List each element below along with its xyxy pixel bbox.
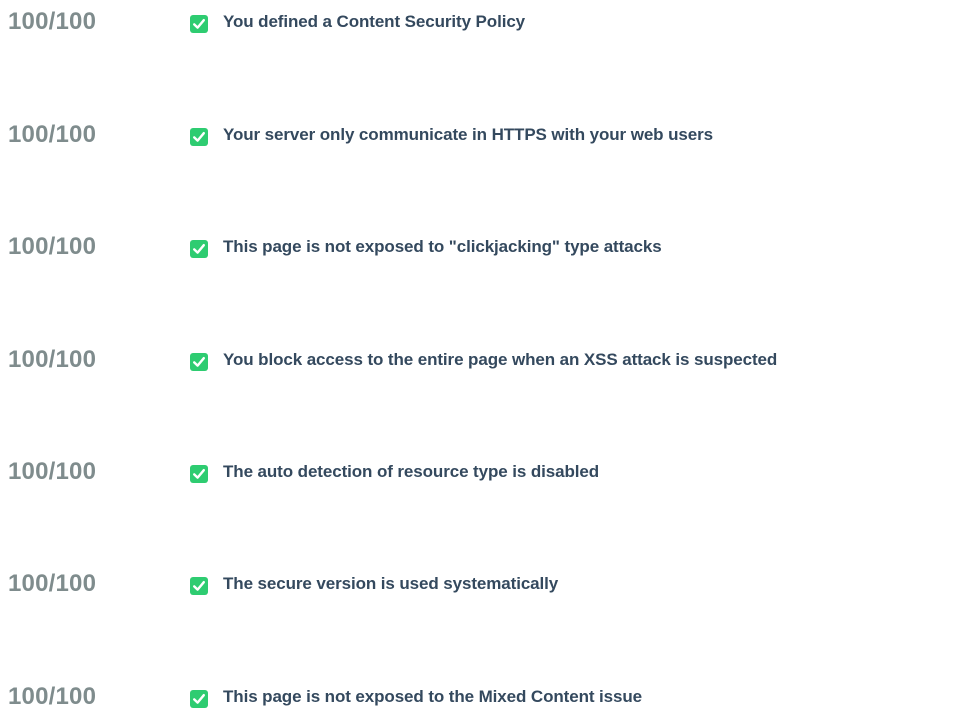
check-row-csp: 100/100 You defined a Content Security P… bbox=[0, 2, 953, 42]
score-value: 100/100 bbox=[8, 8, 97, 35]
check-description: This page is not exposed to "clickjackin… bbox=[223, 237, 662, 256]
check-description: The auto detection of resource type is d… bbox=[223, 462, 599, 481]
check-row-secure-version: 100/100 The secure version is used syste… bbox=[0, 564, 953, 604]
check-description: You block access to the entire page when… bbox=[223, 350, 778, 369]
check-row-https: 100/100 Your server only communicate in … bbox=[0, 115, 953, 155]
check-icon bbox=[190, 15, 208, 33]
score-value: 100/100 bbox=[8, 233, 97, 260]
score-value: 100/100 bbox=[8, 683, 97, 710]
check-description: The secure version is used systematicall… bbox=[223, 574, 559, 593]
check-row-clickjacking: 100/100 This page is not exposed to "cli… bbox=[0, 227, 953, 267]
check-description: You defined a Content Security Policy bbox=[223, 12, 526, 31]
check-icon bbox=[190, 465, 208, 483]
check-icon bbox=[190, 128, 208, 146]
check-row-content-sniffing: 100/100 The auto detection of resource t… bbox=[0, 452, 953, 492]
score-value: 100/100 bbox=[8, 346, 97, 373]
check-icon bbox=[190, 240, 208, 258]
check-icon bbox=[190, 577, 208, 595]
score-value: 100/100 bbox=[8, 121, 97, 148]
check-icon bbox=[190, 690, 208, 708]
score-value: 100/100 bbox=[8, 458, 97, 485]
check-description: This page is not exposed to the Mixed Co… bbox=[223, 687, 643, 706]
score-value: 100/100 bbox=[8, 570, 97, 597]
security-checks-list: 100/100 You defined a Content Security P… bbox=[0, 0, 953, 710]
check-icon bbox=[190, 353, 208, 371]
check-row-mixed-content: 100/100 This page is not exposed to the … bbox=[0, 677, 953, 717]
check-row-xss: 100/100 You block access to the entire p… bbox=[0, 340, 953, 380]
check-description: Your server only communicate in HTTPS wi… bbox=[223, 125, 713, 144]
